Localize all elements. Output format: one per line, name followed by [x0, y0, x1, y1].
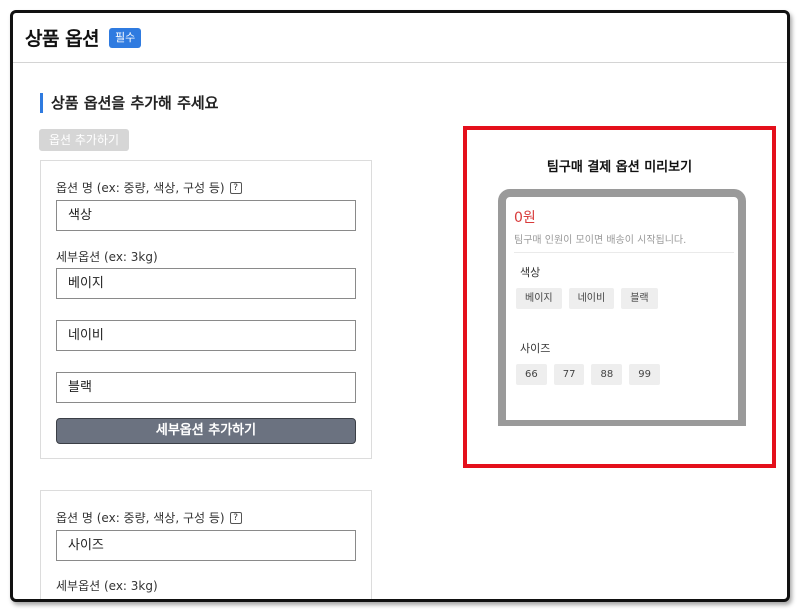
- option-name-label-text: 옵션 명 (ex: 중량, 색상, 구성 등): [56, 511, 225, 525]
- sub-option-label: 세부옵션 (ex: 3kg): [56, 250, 158, 264]
- delivery-note: 팀구매 인원이 모이면 배송이 시작됩니다.: [514, 231, 734, 253]
- required-badge: 필수: [109, 27, 142, 48]
- preview-chip[interactable]: 블랙: [621, 288, 658, 309]
- option-name-input[interactable]: 색상: [56, 200, 356, 231]
- add-sub-option-button[interactable]: 세부옵션 추가하기: [56, 418, 356, 444]
- option-card-color: 옵션 명 (ex: 중량, 색상, 구성 등) ? 색상 세부옵션 (ex: 3…: [40, 160, 372, 459]
- preview-chip[interactable]: 88: [591, 364, 623, 385]
- sub-option-input-2[interactable]: 네이비: [56, 320, 356, 351]
- price-text: 0원: [514, 210, 536, 226]
- page-header: 상품 옵션 필수: [13, 13, 787, 63]
- preview-chip[interactable]: 베이지: [516, 288, 562, 309]
- option-name-label-text: 옵션 명 (ex: 중량, 색상, 구성 등): [56, 181, 225, 195]
- option-name-label: 옵션 명 (ex: 중량, 색상, 구성 등) ?: [56, 509, 242, 526]
- option-name-input[interactable]: 사이즈: [56, 530, 356, 561]
- preview-chip[interactable]: 77: [553, 364, 585, 385]
- page-title: 상품 옵션: [25, 28, 100, 50]
- preview-chip[interactable]: 66: [516, 364, 547, 385]
- option-name-label: 옵션 명 (ex: 중량, 색상, 구성 등) ?: [56, 179, 242, 196]
- phone-mockup: 0원 팀구매 인원이 모이면 배송이 시작됩니다. 색상 베이지 네이비 블랙 …: [498, 189, 746, 426]
- option-card-size: 옵션 명 (ex: 중량, 색상, 구성 등) ? 사이즈 세부옵션 (ex: …: [40, 490, 372, 599]
- section-title: 상품 옵션을 추가해 주세요: [40, 93, 218, 113]
- preview-chips-color: 베이지 네이비 블랙: [516, 288, 658, 309]
- app-window: 상품 옵션 필수 상품 옵션을 추가해 주세요 옵션 추가하기 옵션 명 (ex…: [10, 10, 790, 602]
- preview-group-label-size: 사이즈: [520, 342, 551, 355]
- preview-chip[interactable]: 99: [629, 364, 660, 385]
- help-icon[interactable]: ?: [229, 181, 242, 194]
- preview-title: 팀구매 결제 옵션 미리보기: [546, 160, 693, 175]
- preview-group-label-color: 색상: [520, 266, 541, 279]
- preview-chip[interactable]: 네이비: [568, 288, 615, 309]
- preview-panel: 팀구매 결제 옵션 미리보기 0원 팀구매 인원이 모이면 배송이 시작됩니다.…: [463, 126, 776, 468]
- sub-option-input-3[interactable]: 블랙: [56, 372, 356, 403]
- preview-chips-size: 66 77 88 99: [516, 364, 660, 385]
- help-icon[interactable]: ?: [229, 511, 242, 524]
- sub-option-label: 세부옵션 (ex: 3kg): [56, 579, 158, 593]
- sub-option-input-1[interactable]: 베이지: [56, 268, 356, 299]
- add-option-button[interactable]: 옵션 추가하기: [39, 129, 129, 151]
